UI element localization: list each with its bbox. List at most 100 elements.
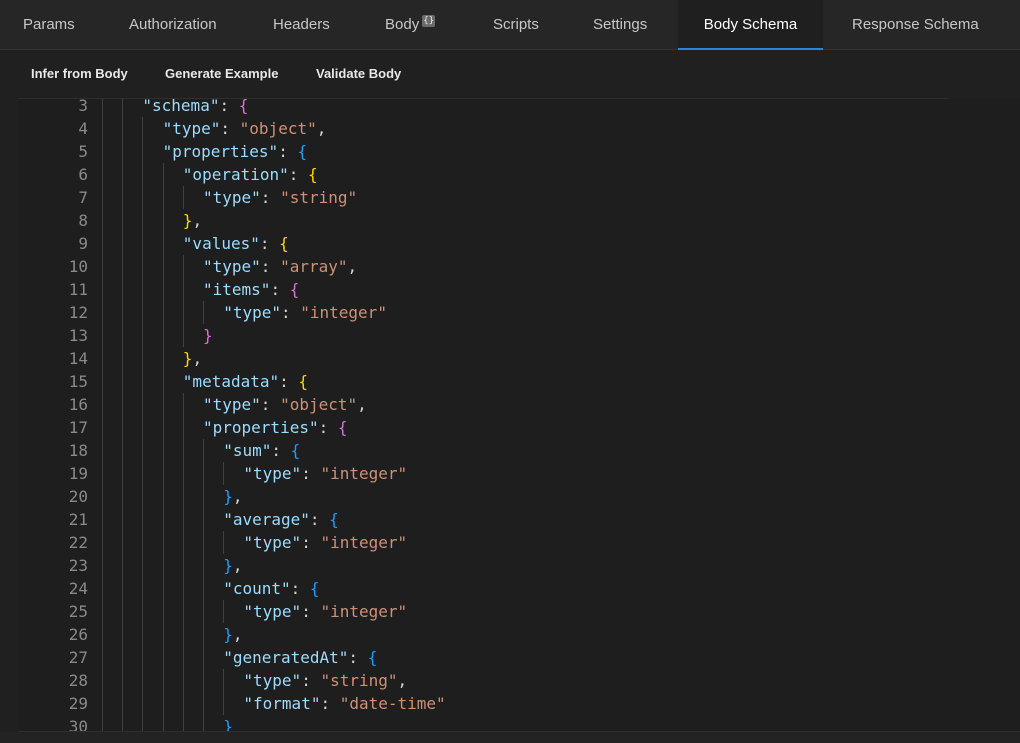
code-text: "average": { — [223, 508, 339, 531]
tab-response-schema[interactable]: Response Schema — [852, 0, 979, 50]
schema-code-editor[interactable]: 3 "schema": {4 "type": "object", 5 "properti… — [18, 98, 1020, 732]
tab-authorization[interactable]: Authorization — [129, 0, 217, 50]
indent-guide — [102, 531, 103, 554]
code-token: { — [309, 579, 320, 598]
line-number: 18 — [68, 441, 88, 460]
indent-guide — [142, 393, 144, 416]
code-token: } — [203, 326, 213, 345]
indent-guide — [162, 623, 164, 646]
tab-scripts[interactable]: Scripts — [493, 0, 539, 50]
validate-body-button[interactable]: Validate Body — [316, 65, 401, 83]
tab-body-schema[interactable]: Body Schema — [678, 0, 823, 50]
code-line: 28 "type": "string", — [18, 669, 1018, 692]
line-number: 17 — [68, 418, 88, 437]
code-token: : — [320, 694, 340, 713]
code-line: 8}, — [18, 209, 1018, 232]
indent-guide — [182, 554, 184, 577]
code-token: { — [289, 280, 300, 299]
code-text: "type": "object", — [163, 117, 327, 140]
code-token: { — [279, 234, 289, 253]
indent-guide — [122, 531, 124, 554]
tab-body[interactable]: Body{} — [385, 0, 436, 50]
code-text: "count": { — [223, 577, 319, 600]
indent-guide — [162, 439, 164, 462]
indent-guide — [162, 462, 164, 485]
code-text: "generatedAt": { — [223, 646, 377, 669]
code-token: "string" — [280, 188, 358, 207]
code-text: "type": "integer" — [243, 600, 407, 623]
code-line: 16 "type": "object", — [18, 393, 1018, 416]
indent-guide — [223, 531, 225, 554]
code-token: : — [270, 280, 290, 299]
indent-guide — [162, 485, 164, 508]
indent-guide — [142, 163, 144, 186]
indent-guide — [102, 99, 103, 117]
code-token: { — [290, 441, 301, 460]
indent-guide — [122, 462, 124, 485]
code-token: "metadata" — [182, 372, 280, 391]
indent-guide — [162, 370, 164, 393]
code-token: "average" — [223, 510, 310, 529]
code-token: } — [182, 211, 193, 230]
code-token: "type" — [162, 119, 221, 138]
indent-guide — [102, 163, 103, 186]
indent-guide — [182, 692, 184, 715]
code-token: "object" — [239, 119, 317, 138]
code-text: "type": "integer" — [243, 462, 407, 485]
indent-guide — [102, 508, 103, 531]
tab-settings-label: Settings — [593, 16, 648, 33]
indent-guide — [182, 669, 184, 692]
indent-guide — [162, 554, 164, 577]
indent-guide — [102, 577, 103, 600]
code-token: "format" — [243, 694, 321, 713]
code-text: "schema": { — [142, 99, 248, 117]
code-token: "type" — [243, 671, 302, 690]
generate-example-button[interactable]: Generate Example — [165, 65, 278, 83]
indent-guide — [102, 623, 103, 646]
indent-guide — [142, 347, 144, 370]
indent-guide — [142, 278, 144, 301]
indent-guide — [102, 117, 103, 140]
indent-guide — [142, 715, 144, 731]
line-number: 4 — [78, 119, 88, 138]
indent-guide — [203, 646, 204, 669]
code-line: 18 "sum": { — [18, 439, 1018, 462]
line-number: 15 — [68, 372, 88, 391]
indent-guide — [142, 140, 144, 163]
indent-guide — [102, 646, 103, 669]
indent-guide — [162, 255, 164, 278]
indent-guide — [102, 669, 103, 692]
code-token: } — [223, 625, 233, 644]
code-token: "type" — [243, 464, 302, 483]
tab-params[interactable]: Params — [23, 0, 75, 50]
code-line: 23}, — [18, 554, 1018, 577]
infer-from-body-button[interactable]: Infer from Body — [31, 65, 128, 83]
line-number: 20 — [68, 487, 88, 506]
tab-headers[interactable]: Headers — [273, 0, 330, 50]
indent-guide — [182, 485, 184, 508]
line-number: 10 — [68, 257, 88, 276]
line-number: 8 — [78, 211, 88, 230]
code-token: : — [260, 188, 281, 207]
code-text: }, — [223, 485, 242, 508]
line-number: 13 — [68, 326, 88, 345]
code-text: "type": "string", — [243, 669, 407, 692]
line-number: 23 — [68, 556, 88, 575]
indent-guide — [122, 485, 124, 508]
indent-guide — [122, 508, 124, 531]
code-token: "string" — [320, 671, 398, 690]
tab-settings[interactable]: Settings — [593, 0, 647, 50]
line-number: 24 — [68, 579, 88, 598]
request-tab-bar: Params Authorization Headers Body{} Scri… — [0, 0, 1020, 50]
code-token: : — [278, 142, 298, 161]
code-line: 17 "properties": { — [18, 416, 1018, 439]
code-token: { — [298, 372, 309, 391]
indent-guide — [122, 554, 124, 577]
line-number: 26 — [68, 625, 88, 644]
code-line: 9 "values": { — [18, 232, 1018, 255]
indent-guide — [162, 692, 164, 715]
indent-guide — [203, 623, 204, 646]
code-token: , — [232, 625, 243, 644]
indent-guide — [142, 623, 144, 646]
indent-guide — [162, 577, 164, 600]
